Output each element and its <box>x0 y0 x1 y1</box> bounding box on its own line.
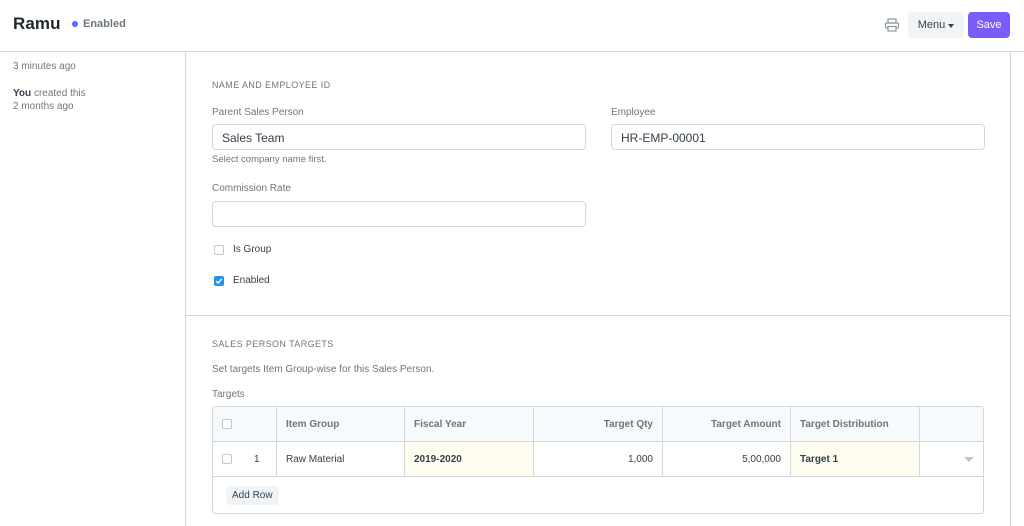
column-header-actions <box>920 407 983 441</box>
table-footer: Add Row <box>213 477 983 513</box>
table-header-row: Item Group Fiscal Year Target Qty Target… <box>213 407 983 442</box>
select-all-checkbox[interactable] <box>222 419 232 429</box>
column-header-fiscal-year: Fiscal Year <box>405 407 534 441</box>
targets-description: Set targets Item Group-wise for this Sal… <box>212 364 435 375</box>
is-group-label: Is Group <box>233 244 272 255</box>
section-divider <box>186 315 1010 316</box>
activity-time: 2 months ago <box>13 101 74 112</box>
add-row-button[interactable]: Add Row <box>226 485 279 505</box>
targets-table: Item Group Fiscal Year Target Qty Target… <box>212 406 984 514</box>
status-indicator: Enabled <box>72 18 126 30</box>
row-index: 1 <box>254 453 260 465</box>
section-heading-targets: SALES PERSON TARGETS <box>212 339 334 349</box>
employee-label: Employee <box>611 107 656 118</box>
cell-target-amount[interactable]: 5,00,000 <box>663 442 791 476</box>
is-group-checkbox[interactable] <box>214 244 224 255</box>
chevron-down-icon[interactable] <box>964 456 974 462</box>
row-edit-cell[interactable] <box>920 442 983 476</box>
targets-table-label: Targets <box>212 389 245 400</box>
modified-time: 3 minutes ago <box>13 61 76 72</box>
row-select-cell: 1 <box>213 442 277 476</box>
activity-text: created this <box>33 88 86 99</box>
enabled-label: Enabled <box>233 275 270 286</box>
activity-user: You <box>13 88 32 99</box>
status-label: Enabled <box>83 18 126 30</box>
cell-fiscal-year[interactable]: 2019-2020 <box>405 442 534 476</box>
timeline-sidebar: 3 minutes ago You created this 2 months … <box>13 60 173 113</box>
parent-sales-person-help: Select company name first. <box>212 154 327 165</box>
section-heading-name: NAME AND EMPLOYEE ID <box>212 80 331 90</box>
page-header: Ramu Enabled Menu Save <box>0 0 1024 52</box>
column-header-target-amount: Target Amount <box>663 407 791 441</box>
page-title: Ramu <box>13 14 61 33</box>
column-header-item-group: Item Group <box>277 407 405 441</box>
form-card: NAME AND EMPLOYEE ID Parent Sales Person… <box>185 52 1011 526</box>
enabled-checkbox-row[interactable]: Enabled <box>214 275 270 286</box>
check-icon <box>215 277 223 284</box>
commission-rate-field[interactable] <box>212 201 586 227</box>
employee-field[interactable]: HR-EMP-00001 <box>611 124 985 150</box>
parent-sales-person-field[interactable]: Sales Team <box>212 124 586 150</box>
cell-target-qty[interactable]: 1,000 <box>534 442 663 476</box>
print-icon[interactable] <box>884 18 900 32</box>
chevron-down-icon <box>948 23 955 28</box>
column-header-target-qty: Target Qty <box>534 407 663 441</box>
row-checkbox[interactable] <box>222 454 232 464</box>
select-all-cell <box>213 407 277 441</box>
status-dot-icon <box>72 21 78 27</box>
table-row[interactable]: 1 Raw Material 2019-2020 1,000 5,00,000 … <box>213 442 983 477</box>
menu-button-label: Menu <box>917 19 946 31</box>
commission-rate-label: Commission Rate <box>212 183 291 194</box>
enabled-checkbox[interactable] <box>214 275 224 286</box>
is-group-checkbox-row[interactable]: Is Group <box>214 244 271 255</box>
parent-sales-person-label: Parent Sales Person <box>212 107 304 118</box>
menu-button[interactable]: Menu <box>908 12 964 38</box>
cell-target-distribution[interactable]: Target 1 <box>791 442 920 476</box>
activity-created: You created this <box>13 87 173 100</box>
column-header-target-distribution: Target Distribution <box>791 407 920 441</box>
cell-item-group[interactable]: Raw Material <box>277 442 405 476</box>
save-button[interactable]: Save <box>968 12 1010 38</box>
